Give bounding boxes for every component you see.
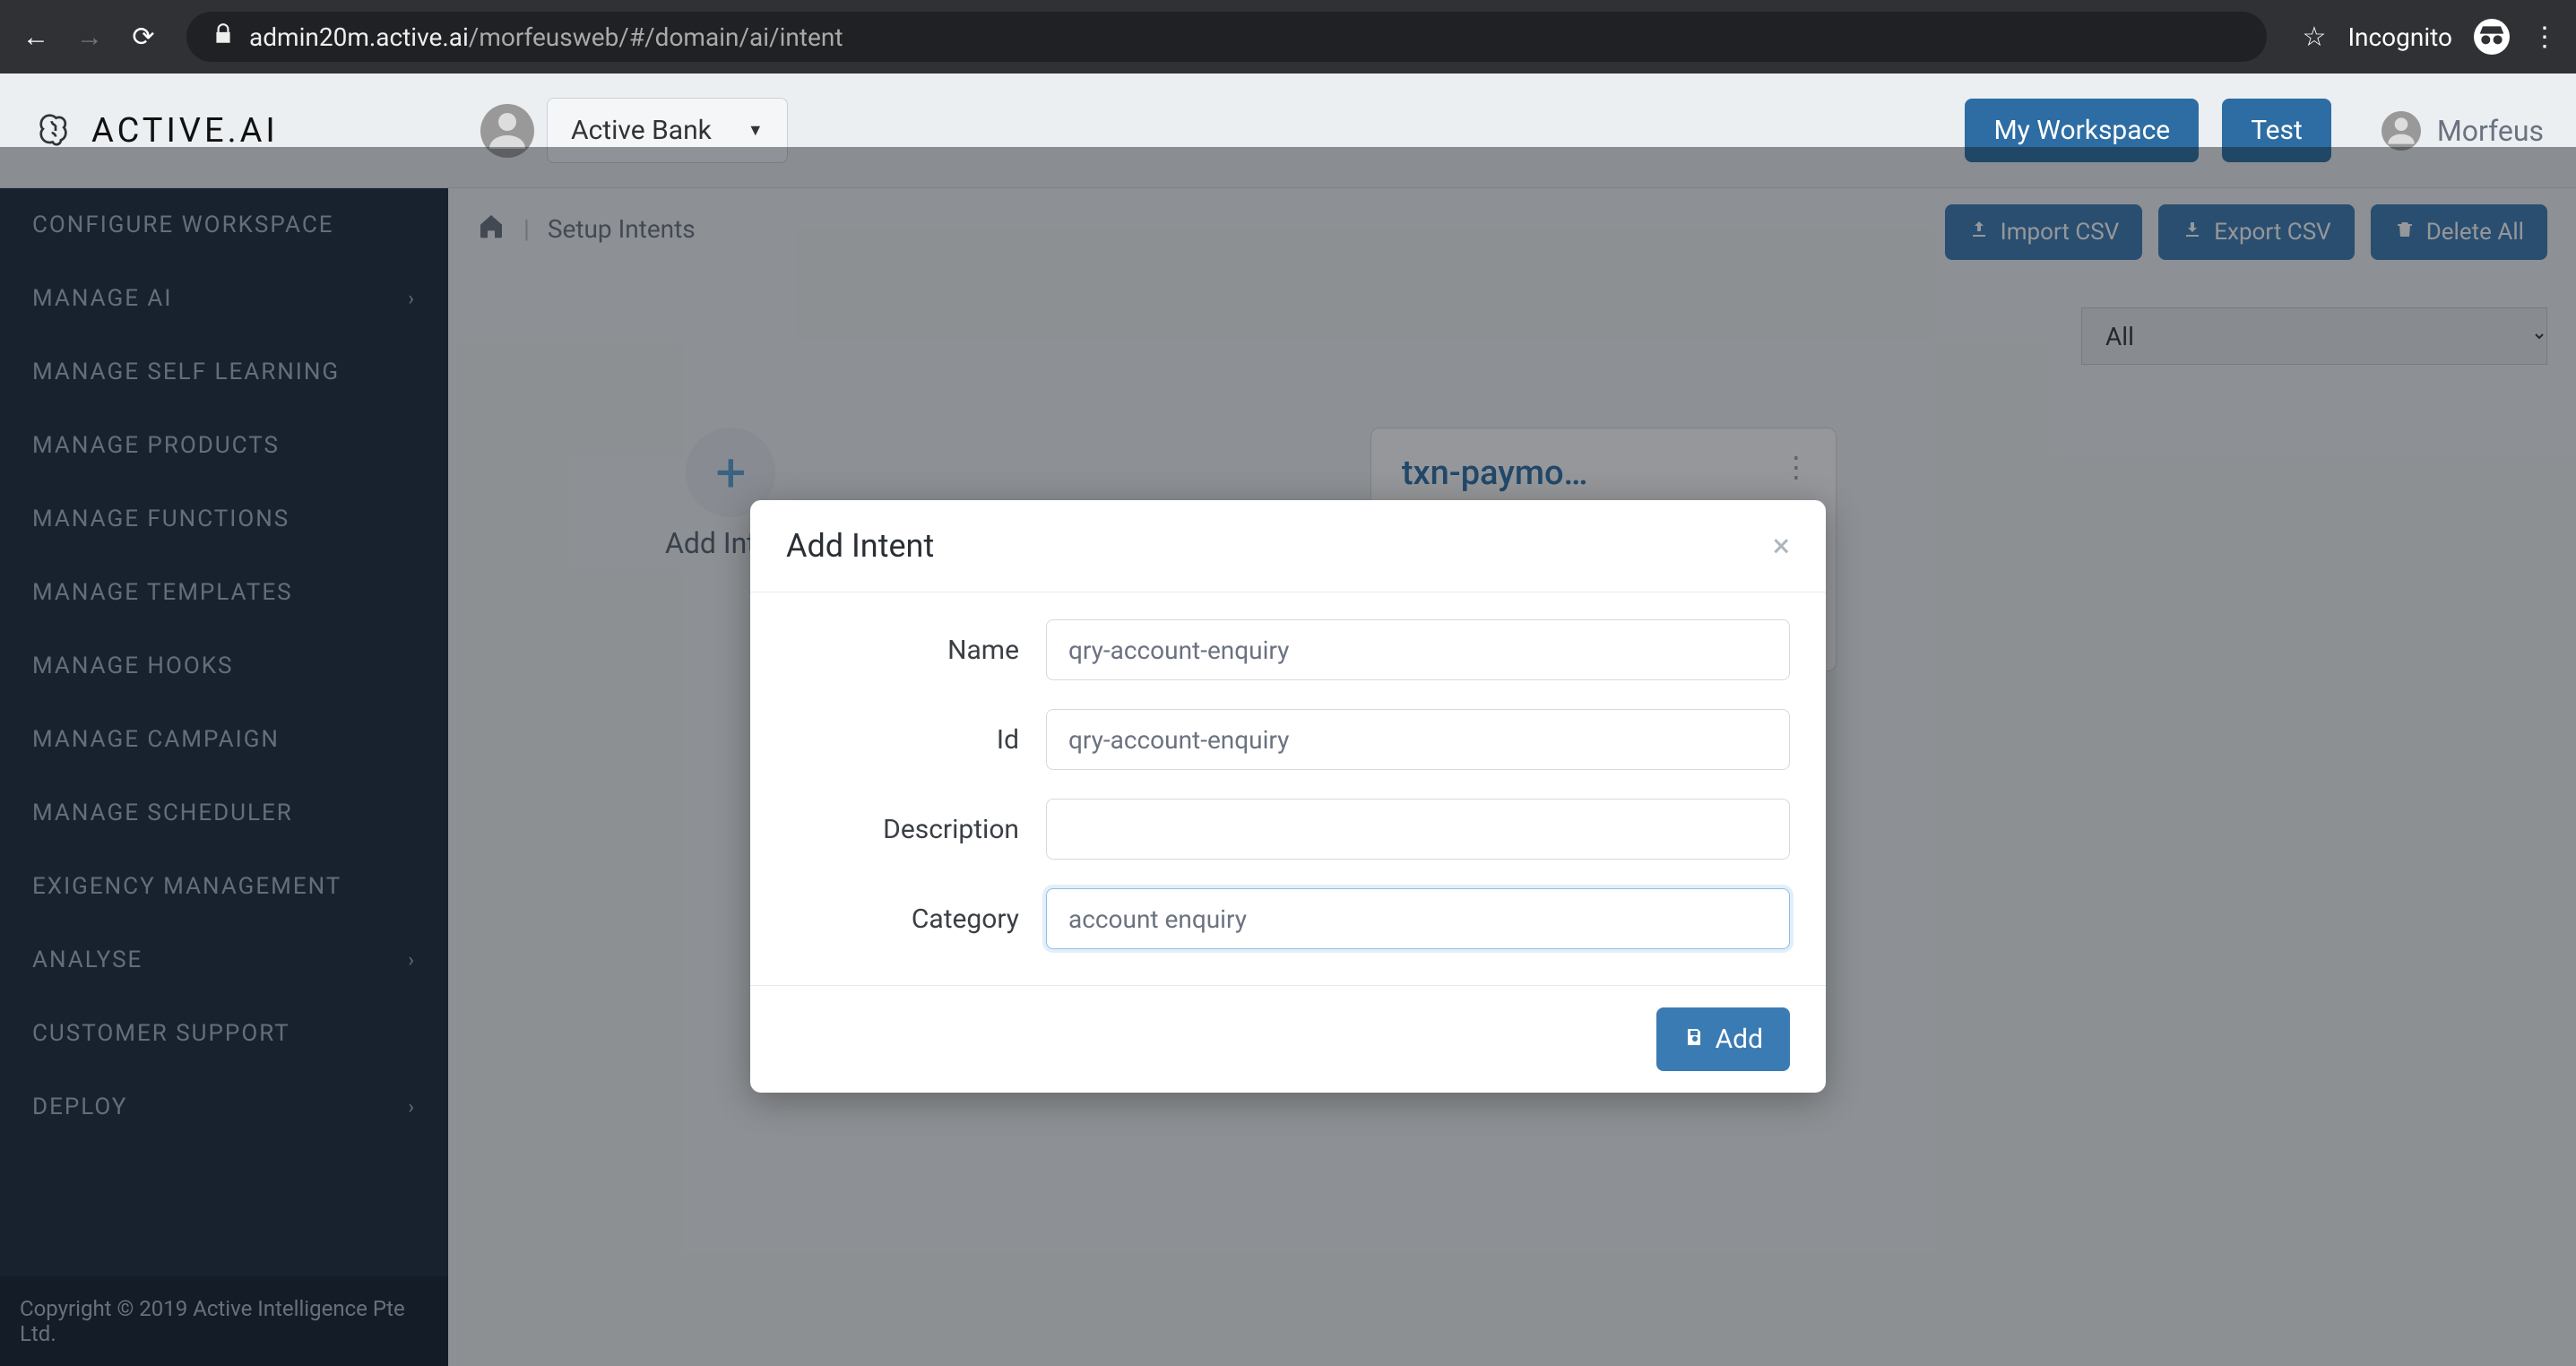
close-button[interactable]: × (1773, 527, 1790, 565)
category-input[interactable] (1046, 888, 1790, 949)
modal-body: Name Id Description Category (750, 592, 1826, 985)
id-label: Id (786, 724, 1019, 756)
browser-url-text: admin20m.active.ai/morfeusweb/#/domain/a… (249, 22, 843, 52)
modal-footer: Add (750, 985, 1826, 1093)
add-intent-modal: Add Intent × Name Id Description Categor… (750, 500, 1826, 1093)
browser-back-icon[interactable]: ← (18, 22, 54, 53)
browser-url-bar[interactable]: admin20m.active.ai/morfeusweb/#/domain/a… (186, 12, 2267, 62)
category-label: Category (786, 903, 1019, 935)
incognito-icon[interactable] (2474, 19, 2510, 55)
name-label: Name (786, 635, 1019, 666)
add-button[interactable]: Add (1656, 1007, 1790, 1071)
star-icon[interactable]: ☆ (2303, 22, 2327, 53)
modal-title: Add Intent (786, 527, 934, 565)
browser-right-controls: ☆ Incognito ⋮ (2303, 19, 2558, 55)
browser-menu-icon[interactable]: ⋮ (2531, 22, 2558, 53)
description-input[interactable] (1046, 799, 1790, 860)
browser-reload-icon[interactable]: ⟳ (125, 22, 161, 53)
modal-header: Add Intent × (750, 500, 1826, 592)
workspace-name: Active Bank (571, 115, 712, 146)
chevron-down-icon: ▼ (748, 121, 764, 140)
incognito-label: Incognito (2347, 22, 2452, 52)
profile-user-icon (2382, 111, 2421, 151)
id-input[interactable] (1046, 709, 1790, 770)
name-input[interactable] (1046, 619, 1790, 680)
profile-name: Morfeus (2437, 114, 2544, 148)
browser-forward-icon[interactable]: → (72, 22, 108, 53)
profile-block[interactable]: Morfeus (2382, 111, 2544, 151)
description-label: Description (786, 814, 1019, 845)
lock-icon (212, 22, 235, 52)
logo-text: ACTIVE.AI (91, 111, 279, 151)
browser-chrome: ← → ⟳ admin20m.active.ai/morfeusweb/#/do… (0, 0, 2576, 73)
add-button-label: Add (1716, 1024, 1763, 1055)
save-icon (1683, 1024, 1705, 1055)
